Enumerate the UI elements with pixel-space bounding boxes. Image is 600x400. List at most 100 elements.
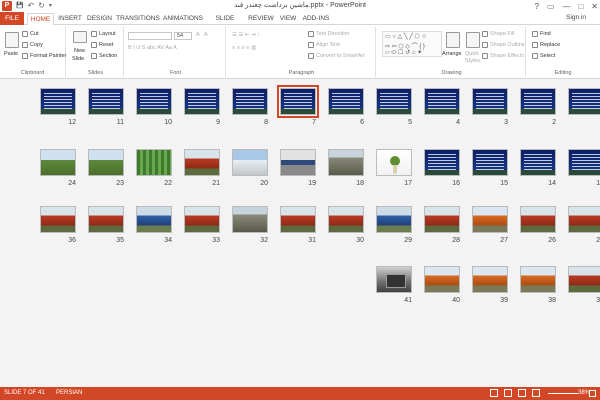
slide-number: 5: [408, 119, 412, 126]
format-painter-button[interactable]: Format Painter: [22, 53, 66, 59]
slide-thumbnail[interactable]: [424, 149, 460, 176]
language-indicator[interactable]: PERSIAN: [56, 387, 82, 400]
slide-thumbnail[interactable]: [424, 88, 460, 115]
tab-animations[interactable]: ANIMATIONS: [163, 13, 203, 25]
shape-fill-button[interactable]: Shape Fill: [482, 31, 514, 37]
slide-thumbnail[interactable]: [136, 206, 172, 233]
slide-thumbnail[interactable]: [184, 149, 220, 176]
maximize-icon[interactable]: □: [578, 2, 583, 11]
replace-icon: [532, 42, 538, 48]
new-slide-icon[interactable]: [73, 31, 87, 43]
tab-transitions[interactable]: TRANSITIONS: [116, 13, 160, 25]
slide-thumbnail[interactable]: [136, 149, 172, 176]
slide-thumbnail[interactable]: [328, 206, 364, 233]
paste-icon[interactable]: [5, 32, 19, 48]
slide-sorter-view-icon[interactable]: [504, 389, 512, 397]
arrange-icon[interactable]: [446, 32, 460, 48]
shrink-font-icon[interactable]: A: [204, 32, 208, 38]
quick-styles-icon[interactable]: [466, 32, 480, 48]
zoom-slider[interactable]: [548, 393, 578, 394]
paste-button[interactable]: Paste: [4, 51, 18, 57]
slide-thumbnail[interactable]: [232, 149, 268, 176]
ribbon-display-icon[interactable]: ▭: [547, 2, 555, 11]
tab-insert[interactable]: INSERT: [57, 13, 83, 25]
grow-font-icon[interactable]: A: [196, 32, 200, 38]
bullets-icons[interactable]: ☰ ☰ ⇤ ⇥ ↕: [232, 32, 260, 38]
shape-outline-button[interactable]: Shape Outline: [482, 42, 525, 48]
normal-view-icon[interactable]: [490, 389, 498, 397]
slide-thumbnail[interactable]: [136, 88, 172, 115]
slide-thumbnail[interactable]: [232, 88, 268, 115]
slide-thumbnail[interactable]: [520, 266, 556, 293]
slide-thumbnail[interactable]: [376, 266, 412, 293]
shape-effects-button[interactable]: Shape Effects: [482, 53, 524, 59]
font-format-icons[interactable]: B I U S abc AV Aa A: [128, 45, 177, 51]
find-button[interactable]: Find: [532, 31, 551, 37]
arrange-button[interactable]: Arrange: [442, 51, 462, 57]
slide-thumbnail[interactable]: [88, 206, 124, 233]
slide-thumbnail[interactable]: [40, 206, 76, 233]
tab-file[interactable]: FILE: [0, 12, 24, 25]
reading-view-icon[interactable]: [518, 389, 526, 397]
new-slide-button-line2[interactable]: Slide: [72, 56, 84, 62]
slide-thumbnail[interactable]: [472, 149, 508, 176]
convert-smartart-button[interactable]: Convert to SmartArt: [308, 53, 365, 59]
tab-view[interactable]: VIEW: [278, 13, 298, 25]
slide-thumbnail[interactable]: [424, 266, 460, 293]
slide-thumbnail[interactable]: [520, 88, 556, 115]
minimize-icon[interactable]: —: [562, 2, 570, 11]
shapes-gallery[interactable]: ▭ ○ △ ╲ ╱ ⬠ ☆ ⇨ ⇦ ⬡ ◇ ⌒ { } ▱ ⬭ ☐ ↺ ⌂ ✦: [382, 31, 442, 57]
cut-button[interactable]: Cut: [22, 31, 39, 37]
slide-thumbnail[interactable]: [277, 85, 319, 118]
text-direction-icon: [308, 31, 314, 37]
slide-thumbnail[interactable]: [88, 149, 124, 176]
slide-thumbnail[interactable]: [376, 206, 412, 233]
tab-add-ins[interactable]: ADD-INS: [301, 13, 331, 25]
slide-thumbnail[interactable]: [520, 206, 556, 233]
slide-thumbnail[interactable]: [568, 266, 600, 293]
slide-thumbnail[interactable]: [328, 149, 364, 176]
slide-thumbnail[interactable]: [568, 149, 600, 176]
slide-thumbnail[interactable]: [184, 206, 220, 233]
slide-thumbnail[interactable]: [376, 88, 412, 115]
slide-thumbnail[interactable]: [376, 149, 412, 176]
slide-thumbnail[interactable]: [280, 206, 316, 233]
slide-thumbnail[interactable]: [472, 88, 508, 115]
align-icons[interactable]: ≡ ≡ ≡ ≡ ▥: [232, 45, 256, 51]
slide-thumbnail[interactable]: [568, 206, 600, 233]
slide-thumbnail[interactable]: [424, 206, 460, 233]
select-button[interactable]: Select: [532, 53, 555, 59]
slide-thumbnail[interactable]: [40, 149, 76, 176]
sign-in-link[interactable]: Sign in: [566, 14, 586, 21]
slide-thumbnail[interactable]: [568, 88, 600, 115]
layout-button[interactable]: Layout: [91, 31, 116, 37]
reset-button[interactable]: Reset: [91, 42, 113, 48]
slide-thumbnail[interactable]: [280, 149, 316, 176]
slide-thumbnail[interactable]: [328, 88, 364, 115]
slide-thumbnail[interactable]: [472, 266, 508, 293]
slide-show-view-icon[interactable]: [532, 389, 540, 397]
slide-thumbnail[interactable]: [232, 206, 268, 233]
new-slide-button[interactable]: New: [74, 48, 85, 54]
font-size-select[interactable]: 54: [174, 32, 192, 40]
tab-slide-show[interactable]: SLIDE SHOW: [206, 13, 244, 34]
copy-button[interactable]: Copy: [22, 42, 43, 48]
quick-styles-button-line2[interactable]: Styles: [465, 58, 480, 64]
slide-thumbnail[interactable]: [472, 206, 508, 233]
quick-styles-button[interactable]: Quick: [465, 51, 479, 57]
align-text-button[interactable]: Align Text: [308, 42, 340, 48]
font-name-select[interactable]: [128, 32, 172, 40]
replace-button[interactable]: Replace: [532, 42, 560, 48]
slide-thumbnail[interactable]: [40, 88, 76, 115]
fit-to-window-icon[interactable]: [589, 390, 596, 397]
slide-thumbnail[interactable]: [184, 88, 220, 115]
tab-review[interactable]: REVIEW: [247, 13, 275, 25]
help-icon[interactable]: ?: [534, 2, 538, 11]
slide-thumbnail[interactable]: [520, 149, 556, 176]
close-icon[interactable]: ✕: [591, 2, 598, 11]
section-button[interactable]: Section: [91, 53, 117, 59]
ribbon: Paste Cut Copy Format Painter Clipboard …: [0, 25, 600, 79]
slide-thumbnail[interactable]: [88, 88, 124, 115]
tab-design[interactable]: DESIGN: [86, 13, 113, 25]
text-direction-button[interactable]: Text Direction: [308, 31, 349, 37]
